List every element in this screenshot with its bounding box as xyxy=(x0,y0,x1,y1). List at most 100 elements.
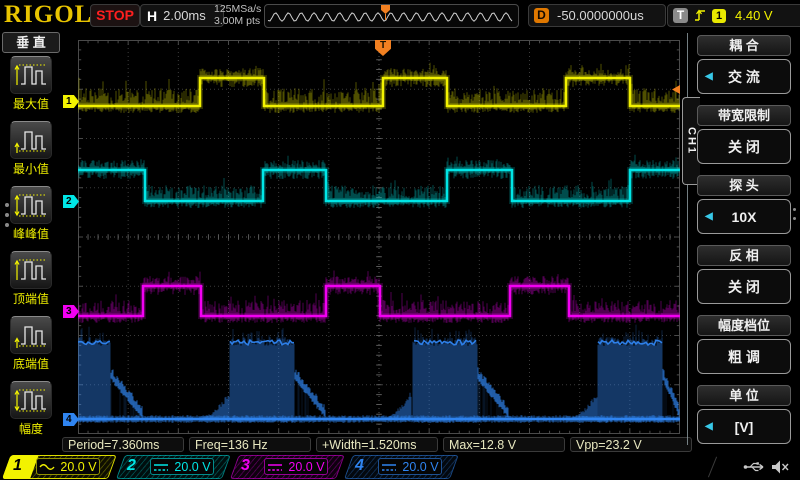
trigger-info-box[interactable]: T 1 4.40 V xyxy=(667,4,800,27)
top-icon-button[interactable] xyxy=(10,251,52,289)
menu-group-0: 耦 合 ◀ 交 流 xyxy=(697,35,791,94)
delay-badge: D xyxy=(534,8,549,23)
menu-group-title: 耦 合 xyxy=(697,35,791,56)
measure-item-pkpk[interactable]: 峰峰值 xyxy=(9,186,53,242)
measure-item-label: 底端值 xyxy=(9,355,53,372)
page-dot xyxy=(5,223,9,227)
menu-button-value: 粗 调 xyxy=(728,347,760,367)
min-measure-icon xyxy=(14,125,48,155)
channel-1-offset-marker[interactable]: 1 xyxy=(63,95,79,108)
horizontal-offset-value: -50.0000000us xyxy=(557,8,644,23)
scope-graticule xyxy=(78,40,680,434)
measure-item-top[interactable]: 顶端值 xyxy=(9,251,53,307)
channel-scale-value: 20.0 V xyxy=(60,460,96,474)
measurement-2[interactable]: Freq=136 Hz xyxy=(189,437,311,452)
channel-scale-value: 20.0 V xyxy=(288,460,324,474)
menu-group-title: 带宽限制 xyxy=(697,105,791,126)
preview-waveform xyxy=(266,6,515,26)
channel-scale-box: 20.0 V xyxy=(36,458,100,475)
amp-icon-button[interactable] xyxy=(10,381,52,419)
menu-group-4: 幅度档位粗 调 xyxy=(697,315,791,374)
menu-button-3[interactable]: 关 闭 xyxy=(697,269,791,304)
h-badge: H xyxy=(147,8,157,24)
channel-1-status[interactable]: 1 20.0 V xyxy=(2,455,108,479)
menu-button-1[interactable]: 关 闭 xyxy=(697,129,791,164)
menu-group-title: 反 相 xyxy=(697,245,791,266)
usb-icon xyxy=(742,460,768,474)
max-icon-button[interactable] xyxy=(10,56,52,94)
measure-item-label: 峰峰值 xyxy=(9,225,53,242)
dc-coupling-icon xyxy=(267,462,283,472)
sample-rate: 125MSa/s xyxy=(214,3,261,15)
menu-button-2[interactable]: ◀ 10X xyxy=(697,199,791,234)
measurement-bar: Period=7.360ms Freq=136 Hz +Width=1.520ms M… xyxy=(62,437,700,453)
channel-4-status[interactable]: 4 20.0 V xyxy=(344,455,450,479)
dial-arrow-icon: ◀ xyxy=(705,211,713,222)
base-measure-icon xyxy=(14,320,48,350)
channel-scale-box: 20.0 V xyxy=(150,458,214,475)
left-menu-title: 垂 直 xyxy=(2,32,60,53)
horizontal-timebase-box[interactable]: H 2.00ms xyxy=(140,4,224,27)
trigger-source-badge: 1 xyxy=(712,9,726,23)
waveform-preview[interactable] xyxy=(264,4,519,28)
menu-group-title: 探 头 xyxy=(697,175,791,196)
menu-button-value: 交 流 xyxy=(728,67,760,87)
vertical-measure-menu: 垂 直 最大值最小值峰峰值顶端值底端值幅度 xyxy=(0,30,62,448)
page-dot xyxy=(5,203,9,207)
max-measure-icon xyxy=(14,60,48,90)
menu-button-value: 10X xyxy=(732,209,757,225)
top-measure-icon xyxy=(14,255,48,285)
base-icon-button[interactable] xyxy=(10,316,52,354)
rising-edge-icon xyxy=(693,8,707,23)
channel-2-offset-marker[interactable]: 2 xyxy=(63,195,79,208)
measure-item-base[interactable]: 底端值 xyxy=(9,316,53,372)
measurement-5[interactable]: Vpp=23.2 V xyxy=(570,437,692,452)
menu-button-value: 关 闭 xyxy=(728,137,760,157)
menu-button-0[interactable]: ◀ 交 流 xyxy=(697,59,791,94)
channel-number: 3 xyxy=(241,457,250,475)
brand-logo: RIGOL xyxy=(4,1,92,29)
memory-depth: 3.00M pts xyxy=(214,15,261,27)
menu-group-5: 单 位◀[V] xyxy=(697,385,791,444)
measurement-3[interactable]: +Width=1.520ms xyxy=(316,437,438,452)
min-icon-button[interactable] xyxy=(10,121,52,159)
trigger-level-value: 4.40 V xyxy=(735,8,773,23)
speaker-muted-icon xyxy=(770,459,790,475)
channel-scale-box: 20.0 V xyxy=(378,458,442,475)
dial-arrow-icon: ◀ xyxy=(705,71,713,82)
preview-trigger-stem xyxy=(385,14,386,20)
channel-scale-box: 20.0 V xyxy=(264,458,328,475)
menu-group-2: 探 头 ◀ 10X xyxy=(697,175,791,234)
channel-2-status[interactable]: 2 20.0 V xyxy=(116,455,222,479)
measurement-4[interactable]: Max=12.8 V xyxy=(443,437,565,452)
channel-3-status[interactable]: 3 20.0 V xyxy=(230,455,336,479)
channel-number: 4 xyxy=(355,457,364,475)
measure-item-label: 最大值 xyxy=(9,95,53,112)
pkpk-icon-button[interactable] xyxy=(10,186,52,224)
trigger-badge: T xyxy=(673,8,688,23)
waveform-display[interactable] xyxy=(78,40,680,434)
channel-number: 1 xyxy=(13,457,22,475)
menu-button-5[interactable]: ◀[V] xyxy=(697,409,791,444)
horizontal-offset-box[interactable]: D -50.0000000us xyxy=(528,4,666,27)
dc-coupling-icon xyxy=(381,462,397,472)
channel-status-bar: 1 20.0 V 2 20.0 V 3 20.0 V 4 20.0 V xyxy=(0,454,800,480)
channel-3-offset-marker[interactable]: 3 xyxy=(63,305,79,318)
dial-arrow-icon: ◀ xyxy=(705,421,713,432)
measurement-1[interactable]: Period=7.360ms xyxy=(62,437,184,452)
measure-item-amp[interactable]: 幅度 xyxy=(9,381,53,437)
measure-item-label: 幅度 xyxy=(9,420,53,437)
measure-item-max[interactable]: 最大值 xyxy=(9,56,53,112)
channel-scale-value: 20.0 V xyxy=(174,460,210,474)
ac-coupling-icon xyxy=(39,462,55,472)
measure-item-min[interactable]: 最小值 xyxy=(9,121,53,177)
run-state-button[interactable]: STOP xyxy=(90,4,140,27)
channel-number: 2 xyxy=(127,457,136,475)
dc-coupling-icon xyxy=(153,462,169,472)
menu-group-title: 幅度档位 xyxy=(697,315,791,336)
menu-button-4[interactable]: 粗 调 xyxy=(697,339,791,374)
menu-button-value: 关 闭 xyxy=(728,277,760,297)
pkpk-measure-icon xyxy=(14,190,48,220)
channel-settings-menu: 耦 合◀交 流带宽限制关 闭探 头◀10X反 相关 闭幅度档位粗 调单 位◀[V… xyxy=(688,30,800,448)
channel-4-offset-marker[interactable]: 4 xyxy=(63,413,79,426)
